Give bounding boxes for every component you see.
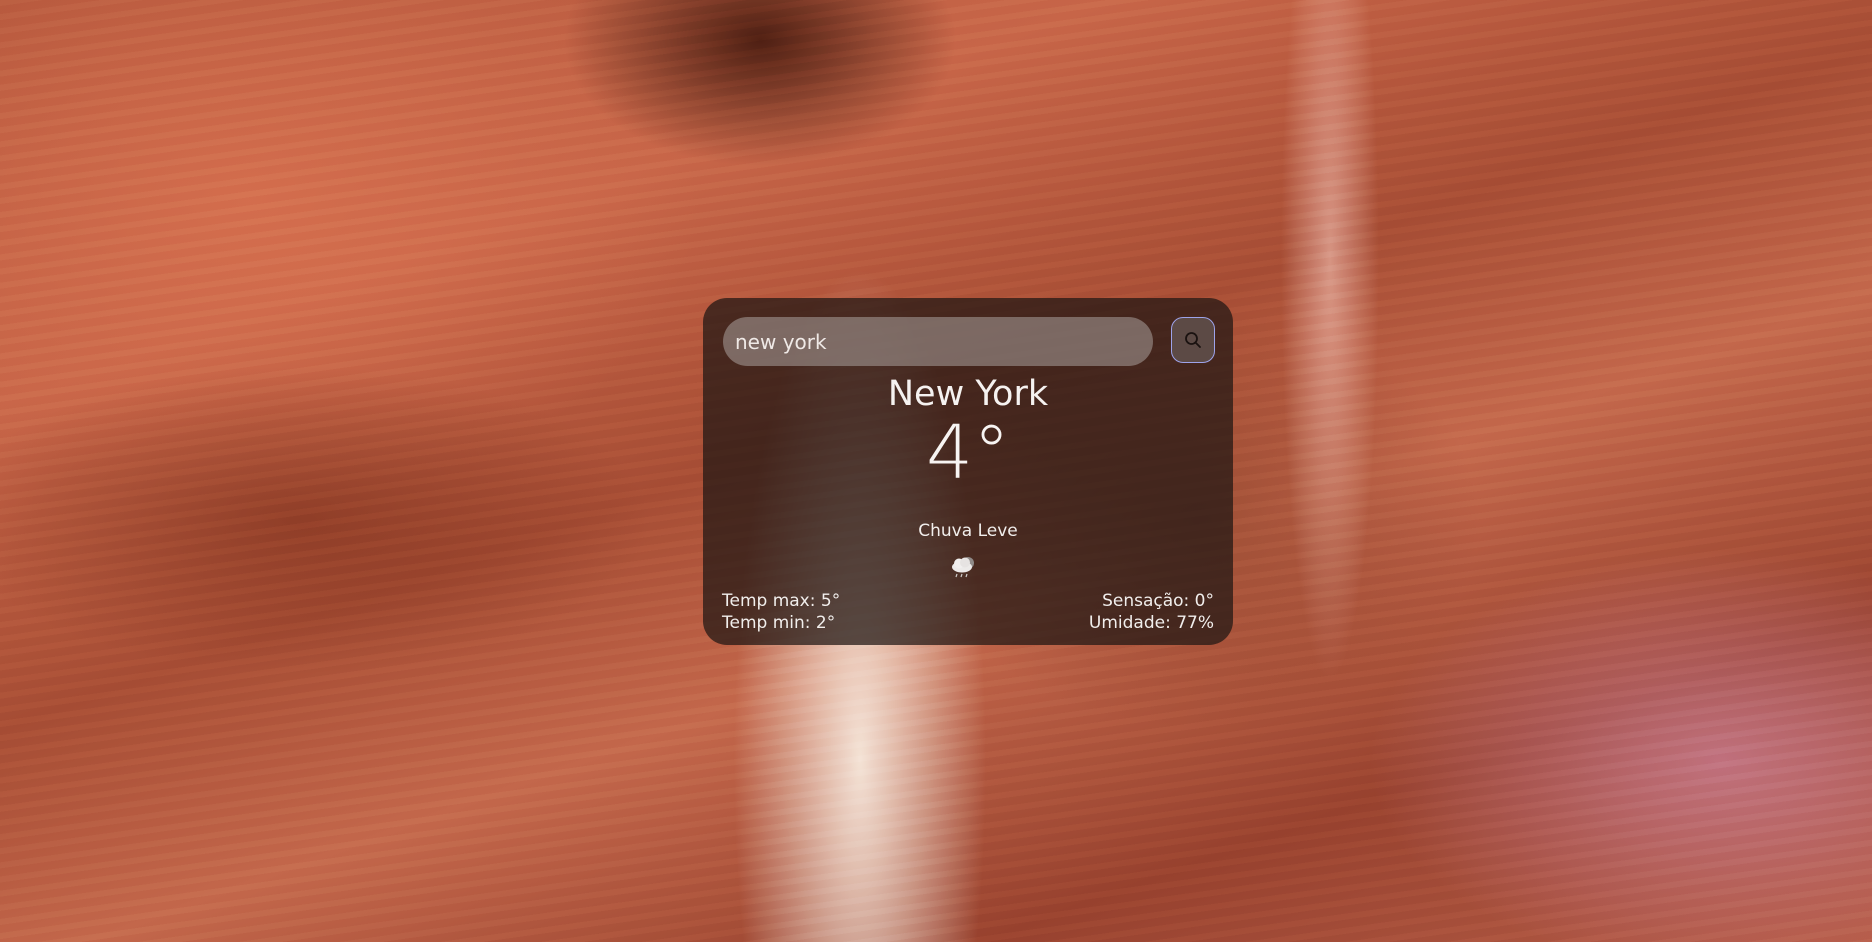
search-icon: [1184, 331, 1202, 349]
temp-min: Temp min: 2°: [722, 613, 836, 633]
search-bar: [723, 317, 1215, 367]
weather-description: Chuva Leve: [918, 521, 1018, 541]
search-button[interactable]: [1171, 317, 1215, 363]
weather-details: Sensação: 0° Umidade: 77%: [1089, 590, 1214, 634]
weather-card: New York 4° Chuva Leve Temp max: 5° Temp…: [703, 298, 1233, 645]
temp-max: Temp max: 5°: [722, 591, 841, 611]
city-name: New York: [887, 374, 1049, 414]
current-temperature: 4°: [925, 410, 1011, 496]
city-search-input[interactable]: [723, 317, 1153, 366]
temperature-range: Temp max: 5° Temp min: 2°: [722, 590, 840, 634]
feels-like: Sensação: 0°: [1102, 591, 1214, 611]
humidity: Umidade: 77%: [1088, 613, 1214, 633]
cloud-rain-icon: [948, 553, 978, 581]
